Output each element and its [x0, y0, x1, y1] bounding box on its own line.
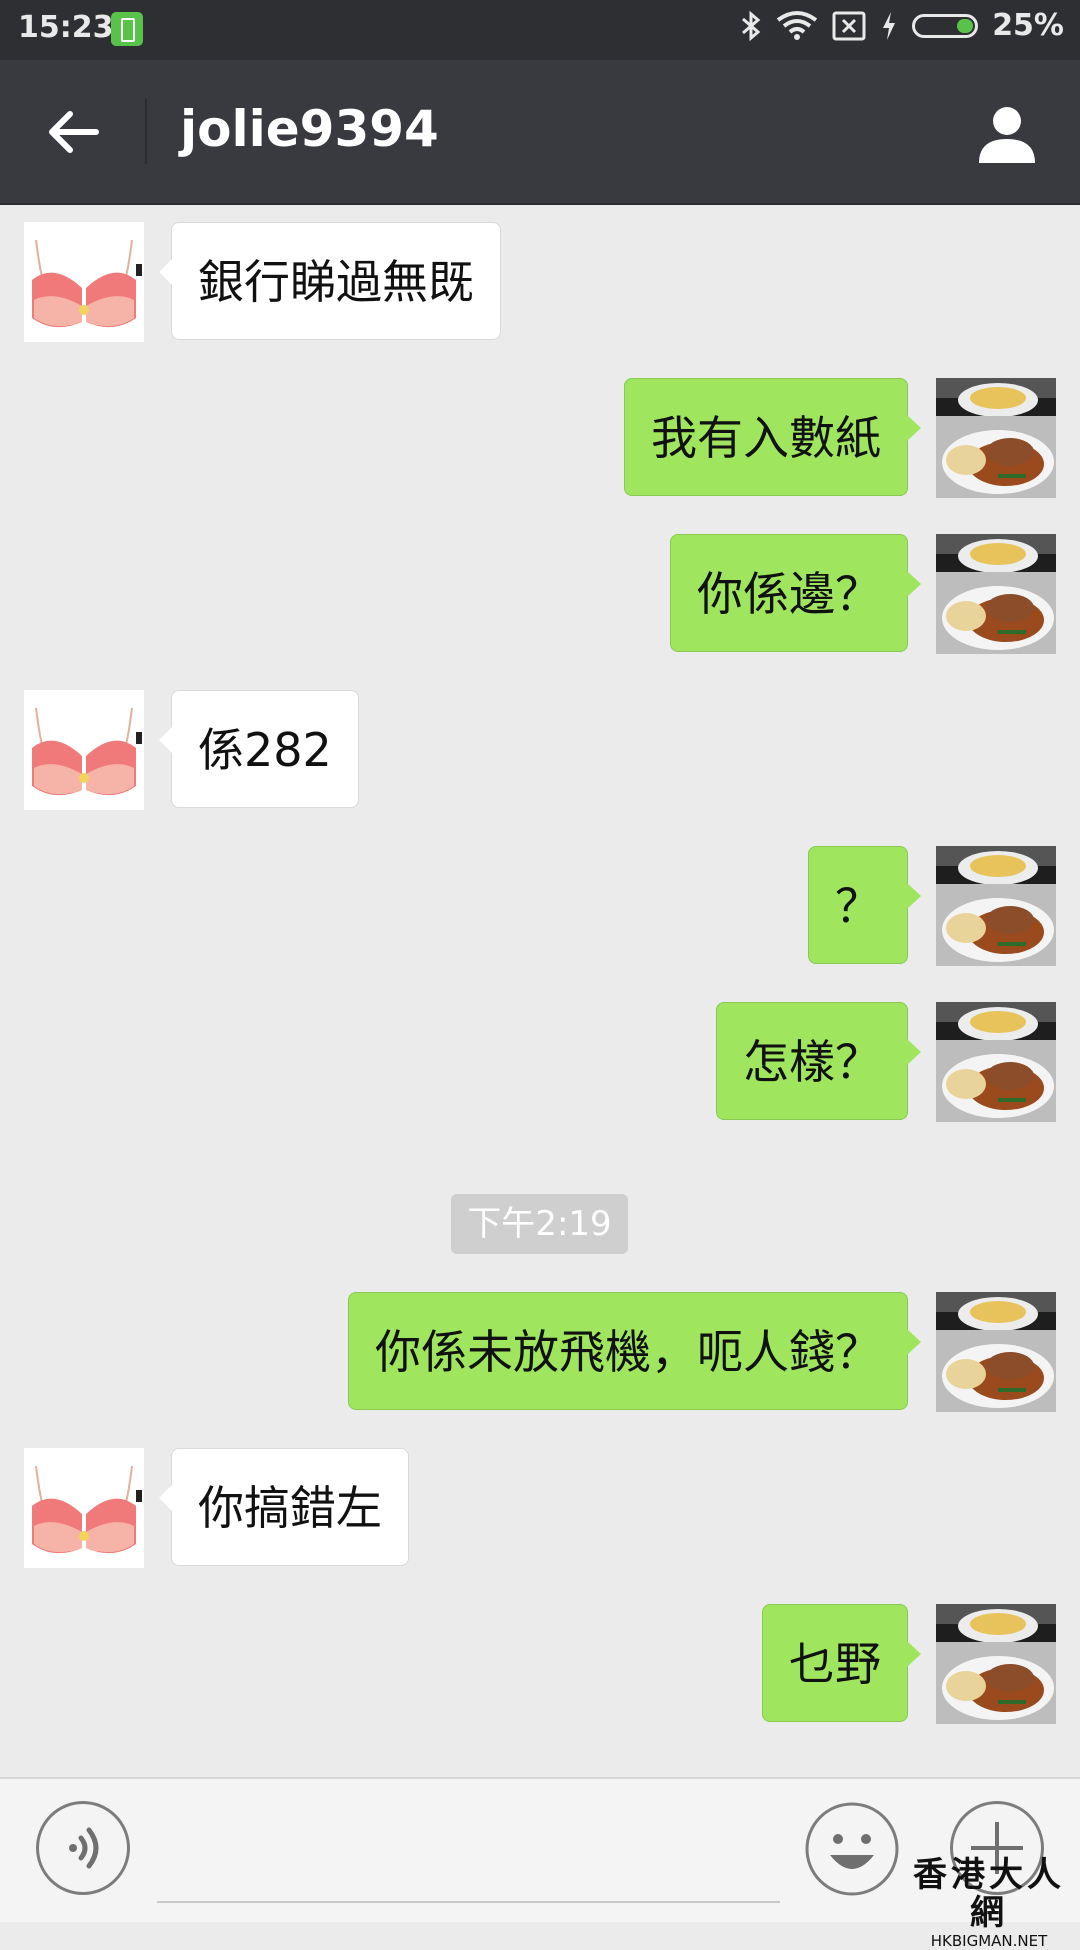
battery-percent: 25%: [992, 8, 1064, 43]
wifi-icon: [777, 10, 818, 40]
battery-icon: [912, 13, 979, 38]
message-input[interactable]: [157, 1831, 780, 1903]
message-bubble-received[interactable]: 係282: [159, 690, 359, 808]
status-icons: 25%: [740, 8, 1064, 43]
watermark: 香港大人網 HKBIGMAN.NET: [898, 1856, 1080, 1950]
my-avatar[interactable]: [936, 378, 1056, 498]
status-bar: 15:23 25%: [0, 0, 1080, 60]
contact-avatar[interactable]: [24, 222, 144, 342]
message-bubble-sent[interactable]: 你係邊？: [670, 534, 921, 652]
message-bubble-sent[interactable]: 怎樣？: [716, 1002, 921, 1120]
voice-icon[interactable]: [36, 1801, 130, 1895]
message-bubble-sent[interactable]: ？: [808, 846, 921, 964]
chat-title: jolie9394: [180, 100, 439, 158]
contact-avatar[interactable]: [24, 1448, 144, 1568]
my-avatar[interactable]: [936, 534, 1056, 654]
message-bubble-sent[interactable]: 你係未放飛機，呃人錢？: [348, 1292, 921, 1410]
message-bubble-received[interactable]: 你搞錯左: [159, 1448, 409, 1566]
contact-avatar[interactable]: [24, 690, 144, 810]
arrow-left-icon[interactable]: [44, 102, 104, 162]
message-timestamp: 下午2:19: [451, 1194, 628, 1254]
watermark-chinese: 香港大人網: [913, 1855, 1065, 1933]
my-avatar[interactable]: [936, 846, 1056, 966]
chat-header: jolie9394: [0, 60, 1080, 205]
my-avatar[interactable]: [936, 1002, 1056, 1122]
emoji-icon[interactable]: [804, 1801, 900, 1897]
bluetooth-icon: [742, 10, 761, 41]
battery-saver-icon: [111, 12, 143, 46]
charging-icon: [883, 11, 896, 40]
person-icon[interactable]: [975, 101, 1039, 165]
message-bubble-sent[interactable]: 我有入數紙: [624, 378, 921, 496]
status-time: 15:23: [18, 10, 114, 45]
message-bubble-received[interactable]: 銀行睇過無既: [159, 222, 501, 340]
header-divider: [145, 98, 147, 164]
my-avatar[interactable]: [936, 1604, 1056, 1724]
my-avatar[interactable]: [936, 1292, 1056, 1412]
no-sim-icon: [832, 11, 866, 40]
message-bubble-sent[interactable]: 乜野: [762, 1604, 921, 1722]
watermark-english: HKBIGMAN.NET: [930, 1932, 1048, 1950]
